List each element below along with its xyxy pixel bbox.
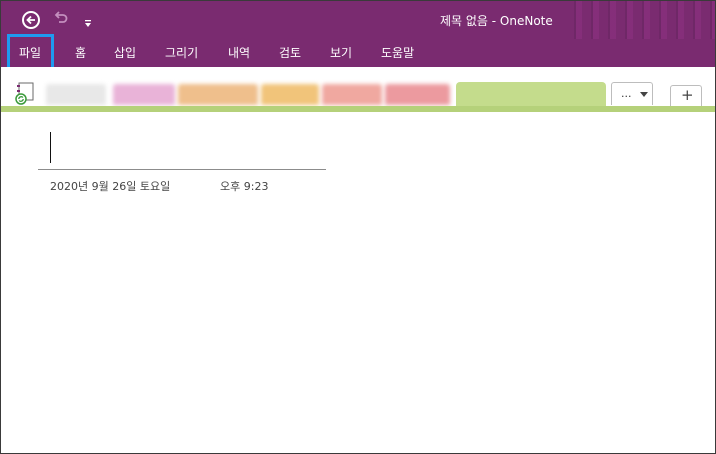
ribbon-tabs: 파일 홈 삽입 그리기 내역 검토 보기 도움말 bbox=[1, 39, 715, 67]
tab-view[interactable]: 보기 bbox=[330, 44, 352, 61]
tab-draw[interactable]: 그리기 bbox=[165, 44, 198, 61]
back-arrow-circle-icon[interactable] bbox=[22, 11, 40, 29]
tab-review[interactable]: 검토 bbox=[279, 44, 301, 61]
plus-icon: + bbox=[681, 86, 694, 104]
tab-insert[interactable]: 삽입 bbox=[114, 44, 136, 61]
window-title: 제목 없음 - OneNote bbox=[440, 14, 553, 28]
tab-home[interactable]: 홈 bbox=[75, 44, 86, 61]
notebook-selector-blurred[interactable] bbox=[46, 84, 106, 105]
section-tab-blurred[interactable] bbox=[113, 84, 175, 105]
more-sections-label: ... bbox=[621, 87, 632, 100]
notebook-sync-icon[interactable] bbox=[14, 81, 38, 105]
page-title-input[interactable] bbox=[50, 132, 51, 163]
section-tab-blurred[interactable] bbox=[178, 84, 258, 105]
page-title-underline bbox=[38, 169, 326, 170]
tab-help[interactable]: 도움말 bbox=[381, 44, 414, 61]
page-date: 2020년 9월 26일 토요일 bbox=[50, 180, 171, 193]
section-tab-blurred[interactable] bbox=[261, 84, 319, 105]
title-bar: 제목 없음 - OneNote bbox=[1, 1, 715, 67]
more-sections-button[interactable]: ... bbox=[611, 82, 653, 105]
section-tab-blurred[interactable] bbox=[385, 84, 450, 105]
undo-icon[interactable] bbox=[53, 10, 69, 26]
add-section-button[interactable]: + bbox=[670, 85, 702, 106]
section-color-strip bbox=[1, 106, 715, 112]
page-time: 오후 9:23 bbox=[220, 180, 269, 193]
onenote-window: 제목 없음 - OneNote 파일 홈 삽입 그리기 내역 검토 보기 도움말 bbox=[0, 0, 716, 454]
customize-dropdown-icon[interactable] bbox=[84, 14, 92, 27]
chevron-down-icon bbox=[640, 92, 648, 97]
section-tab-active-blurred[interactable] bbox=[456, 82, 606, 107]
notebook-section-bar: ... + bbox=[1, 67, 715, 112]
tab-history[interactable]: 내역 bbox=[228, 44, 250, 61]
section-tab-blurred[interactable] bbox=[322, 84, 382, 105]
